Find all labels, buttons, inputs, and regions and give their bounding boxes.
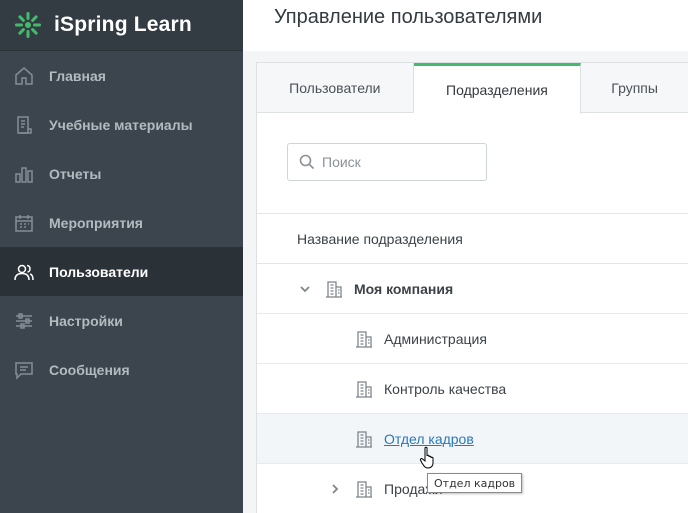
sidebar-item-label: Мероприятия [49, 214, 143, 231]
sidebar: iSpring Learn Главная Учебные материалы … [0, 0, 243, 513]
building-icon [354, 429, 374, 449]
tab-departments[interactable]: Подразделения [413, 63, 582, 114]
tab-groups[interactable]: Группы [581, 63, 688, 113]
tooltip: Отдел кадров [427, 473, 523, 493]
sidebar-item-reports[interactable]: Отчеты [0, 149, 243, 198]
sidebar-item-users[interactable]: Пользователи [0, 247, 243, 296]
department-name[interactable]: Моя компания [354, 281, 453, 297]
document-icon [12, 113, 36, 137]
department-name[interactable]: Администрация [384, 331, 487, 347]
table-row[interactable]: Администрация [257, 314, 688, 364]
building-icon [324, 279, 344, 299]
sidebar-item-label: Учебные материалы [49, 116, 193, 133]
building-icon [354, 329, 374, 349]
table-row[interactable]: Контроль качества [257, 364, 688, 414]
sidebar-item-label: Сообщения [49, 361, 130, 378]
sidebar-item-label: Отчеты [49, 165, 102, 182]
app-logo[interactable]: iSpring Learn [0, 0, 243, 51]
home-icon [12, 64, 36, 88]
sidebar-item-label: Главная [49, 67, 106, 84]
sidebar-item-events[interactable]: Мероприятия [0, 198, 243, 247]
sidebar-item-materials[interactable]: Учебные материалы [0, 100, 243, 149]
message-icon [12, 358, 36, 382]
column-header-department-name[interactable]: Название подразделения [257, 213, 688, 264]
search-box[interactable] [287, 143, 487, 181]
table-row[interactable]: Отдел кадров [257, 414, 688, 464]
app-name: iSpring Learn [54, 13, 192, 36]
department-name[interactable]: Контроль качества [384, 381, 506, 397]
page-header: Управление пользователями [243, 0, 688, 51]
chevron-down-icon[interactable] [297, 281, 313, 297]
building-icon [354, 479, 374, 499]
tab-users[interactable]: Пользователи [257, 63, 414, 113]
search-area [257, 113, 688, 213]
hand-pointer-icon [419, 446, 434, 469]
building-icon [354, 379, 374, 399]
sliders-icon [12, 309, 36, 333]
calendar-icon [12, 211, 36, 235]
department-name-link[interactable]: Отдел кадров [384, 431, 474, 447]
sidebar-nav: Главная Учебные материалы Отчеты Меропри… [0, 51, 243, 394]
search-icon [299, 154, 315, 170]
sidebar-item-label: Настройки [49, 312, 123, 329]
main-content: Управление пользователями Пользователи П… [243, 0, 688, 513]
sidebar-item-messages[interactable]: Сообщения [0, 345, 243, 394]
search-input[interactable] [322, 154, 472, 170]
bar-chart-icon [12, 162, 36, 186]
sidebar-item-home[interactable]: Главная [0, 51, 243, 100]
page-title: Управление пользователями [274, 6, 543, 28]
ispring-logo-icon [15, 12, 41, 38]
users-icon [12, 260, 36, 284]
content-panel: Пользователи Подразделения Группы Назван… [256, 62, 688, 513]
sidebar-item-settings[interactable]: Настройки [0, 296, 243, 345]
sidebar-item-label: Пользователи [49, 263, 149, 280]
chevron-right-icon[interactable] [327, 481, 343, 497]
table-row[interactable]: Моя компания [257, 264, 688, 314]
tab-bar: Пользователи Подразделения Группы [257, 63, 688, 114]
